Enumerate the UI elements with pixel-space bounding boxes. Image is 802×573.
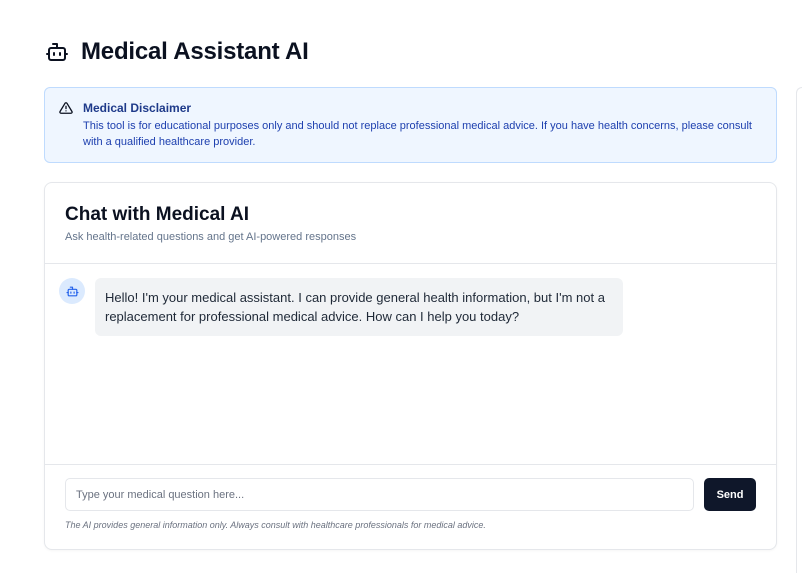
assistant-message: Hello! I'm your medical assistant. I can… [59,278,623,336]
avatar [59,278,85,304]
chat-card: Chat with Medical AI Ask health-related … [44,182,777,550]
chat-header: Chat with Medical AI Ask health-related … [45,183,776,264]
message-list[interactable]: Hello! I'm your medical assistant. I can… [45,264,776,464]
disclaimer-title: Medical Disclaimer [83,101,192,115]
message-input[interactable] [65,478,695,511]
composer: Send The AI provides general information… [45,464,776,550]
send-button[interactable]: Send [704,478,756,511]
right-panel-edge [796,87,802,573]
page-title: Medical Assistant AI [81,38,309,65]
message-bubble: Hello! I'm your medical assistant. I can… [95,278,623,336]
composer-footnote: The AI provides general information only… [65,520,486,530]
page-header: Medical Assistant AI [45,38,309,66]
composer-row: Send [65,478,756,511]
alert-triangle-icon [59,101,73,115]
page: Medical Assistant AI Medical Disclaimer … [0,0,802,573]
bot-icon [65,286,79,296]
chat-title: Chat with Medical AI [65,204,250,225]
chat-subtitle: Ask health-related questions and get AI-… [65,231,357,243]
bot-icon [45,40,69,64]
disclaimer-banner: Medical Disclaimer This tool is for educ… [44,87,777,163]
disclaimer-text: This tool is for educational purposes on… [83,120,752,148]
